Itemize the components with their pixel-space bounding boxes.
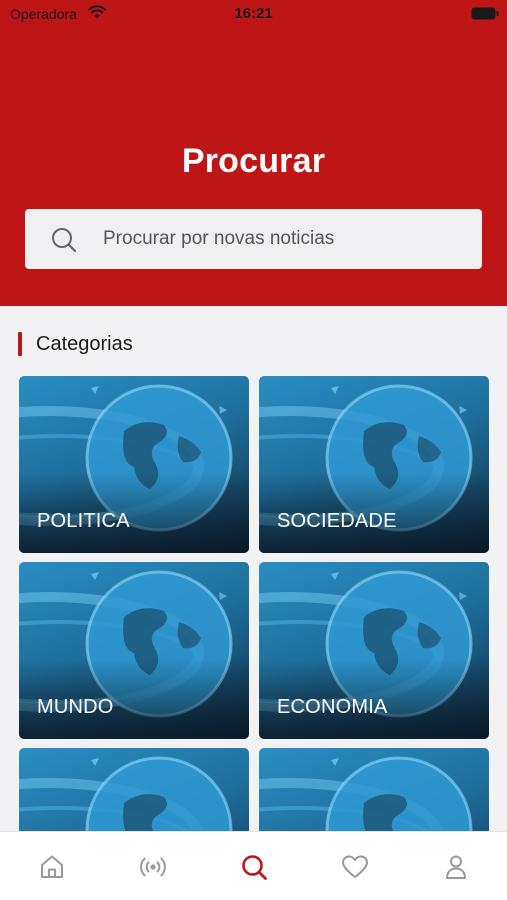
category-label: MUNDO [37, 696, 114, 718]
search-box[interactable] [25, 209, 482, 269]
search-icon [242, 855, 267, 880]
category-card-sociedade[interactable]: SOCIEDADE [259, 376, 489, 553]
user-icon [446, 855, 466, 879]
tab-home[interactable] [37, 852, 67, 882]
search-input[interactable] [103, 221, 463, 257]
section-accent-bar [18, 332, 22, 356]
search-icon [52, 228, 77, 253]
header: Operadora 16:21 Procurar [0, 0, 507, 306]
tab-bar [0, 831, 507, 900]
tab-favorites[interactable] [340, 852, 370, 882]
tab-profile[interactable] [441, 852, 471, 882]
home-icon [41, 855, 63, 878]
status-time: 16:21 [234, 5, 273, 22]
category-card-mundo[interactable]: MUNDO [19, 562, 249, 739]
tab-search[interactable] [239, 852, 269, 882]
category-card-economia[interactable]: ECONOMIA [259, 562, 489, 739]
category-label: POLITICA [37, 510, 130, 532]
broadcast-icon [140, 857, 166, 877]
status-bar: Operadora 16:21 [0, 0, 507, 28]
category-label: SOCIEDADE [277, 510, 397, 532]
heart-icon [342, 855, 368, 878]
category-label: ECONOMIA [277, 696, 388, 718]
battery-icon [471, 7, 499, 20]
section-title: Categorias [36, 333, 133, 355]
tab-live[interactable] [138, 852, 168, 882]
category-card-politica[interactable]: POLITICA [19, 376, 249, 553]
page-title: Procurar [181, 142, 326, 180]
